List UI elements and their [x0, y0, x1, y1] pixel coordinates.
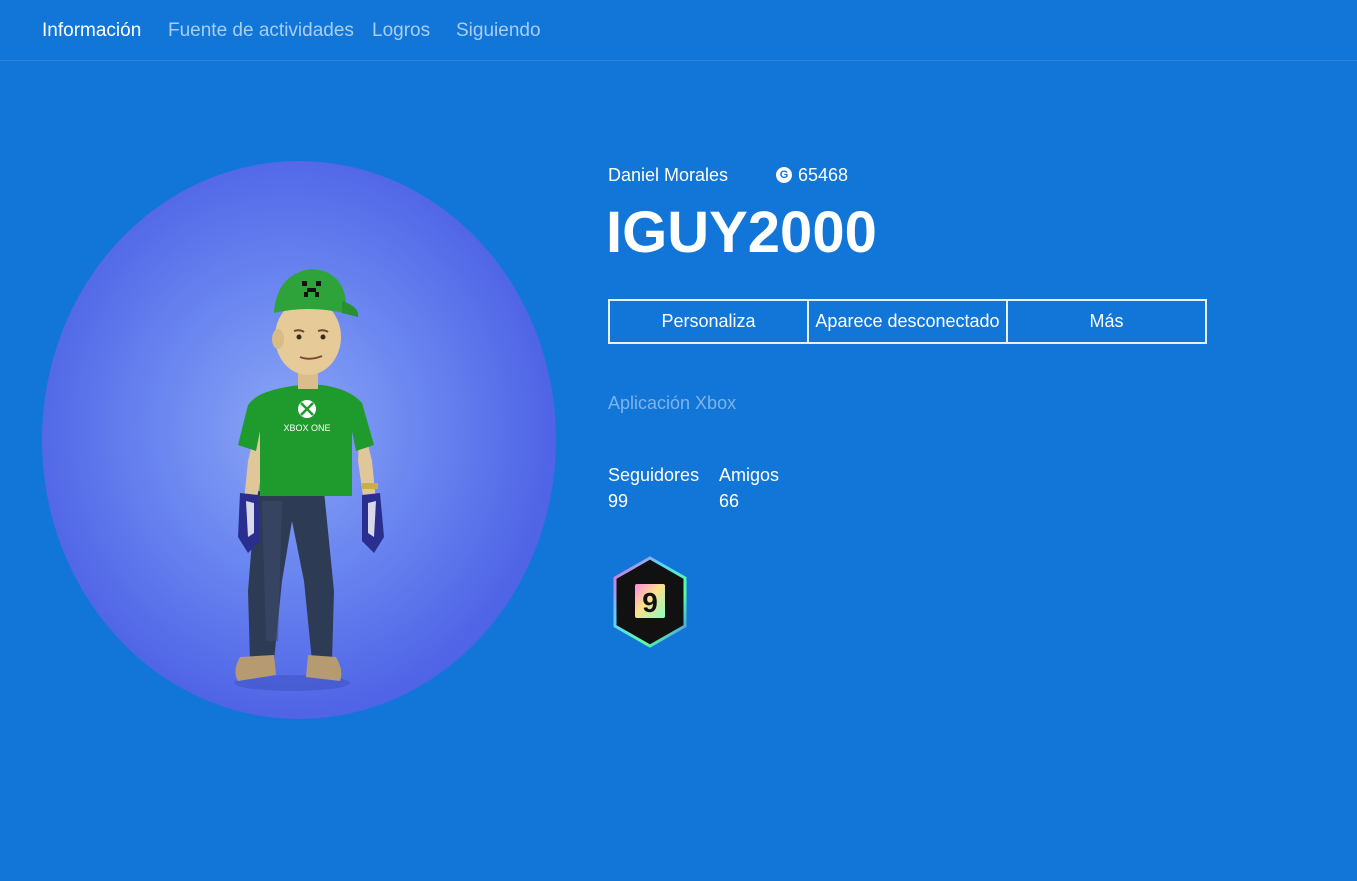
followers-count[interactable]: 99 — [608, 490, 628, 512]
gamerscore-value: 65468 — [798, 165, 849, 185]
tab-informacion[interactable]: Información — [42, 19, 141, 43]
appear-offline-button[interactable]: Aparece desconectado — [807, 299, 1008, 344]
real-name: Daniel Morales — [608, 165, 729, 185]
more-button[interactable]: Más — [1006, 299, 1207, 344]
gamerscore-icon: G — [776, 167, 792, 183]
tab-logros[interactable]: Logros — [372, 19, 430, 43]
friends-label[interactable]: Amigos — [719, 464, 779, 486]
top-navigation: Información Fuente de actividades Logros… — [0, 0, 1357, 61]
tier-badge-number: 9 — [642, 587, 658, 618]
avatar-image: XBOX ONE — [234, 269, 384, 691]
tier-badge-icon[interactable]: 9 — [611, 556, 689, 650]
friends-count[interactable]: 66 — [719, 490, 739, 512]
presence-status: Aplicación Xbox — [608, 393, 737, 413]
gamertag: IGUY2000 — [606, 200, 877, 265]
tab-fuente-de-actividades[interactable]: Fuente de actividades — [168, 19, 354, 43]
followers-label[interactable]: Seguidores — [608, 464, 699, 486]
customize-button[interactable]: Personaliza — [608, 299, 809, 344]
shirt-logo-text: XBOX ONE — [283, 423, 330, 433]
gamerscore: G 65468 — [776, 164, 848, 186]
avatar-background: XBOX ONE — [42, 161, 556, 719]
tab-siguiendo[interactable]: Siguiendo — [456, 19, 541, 43]
